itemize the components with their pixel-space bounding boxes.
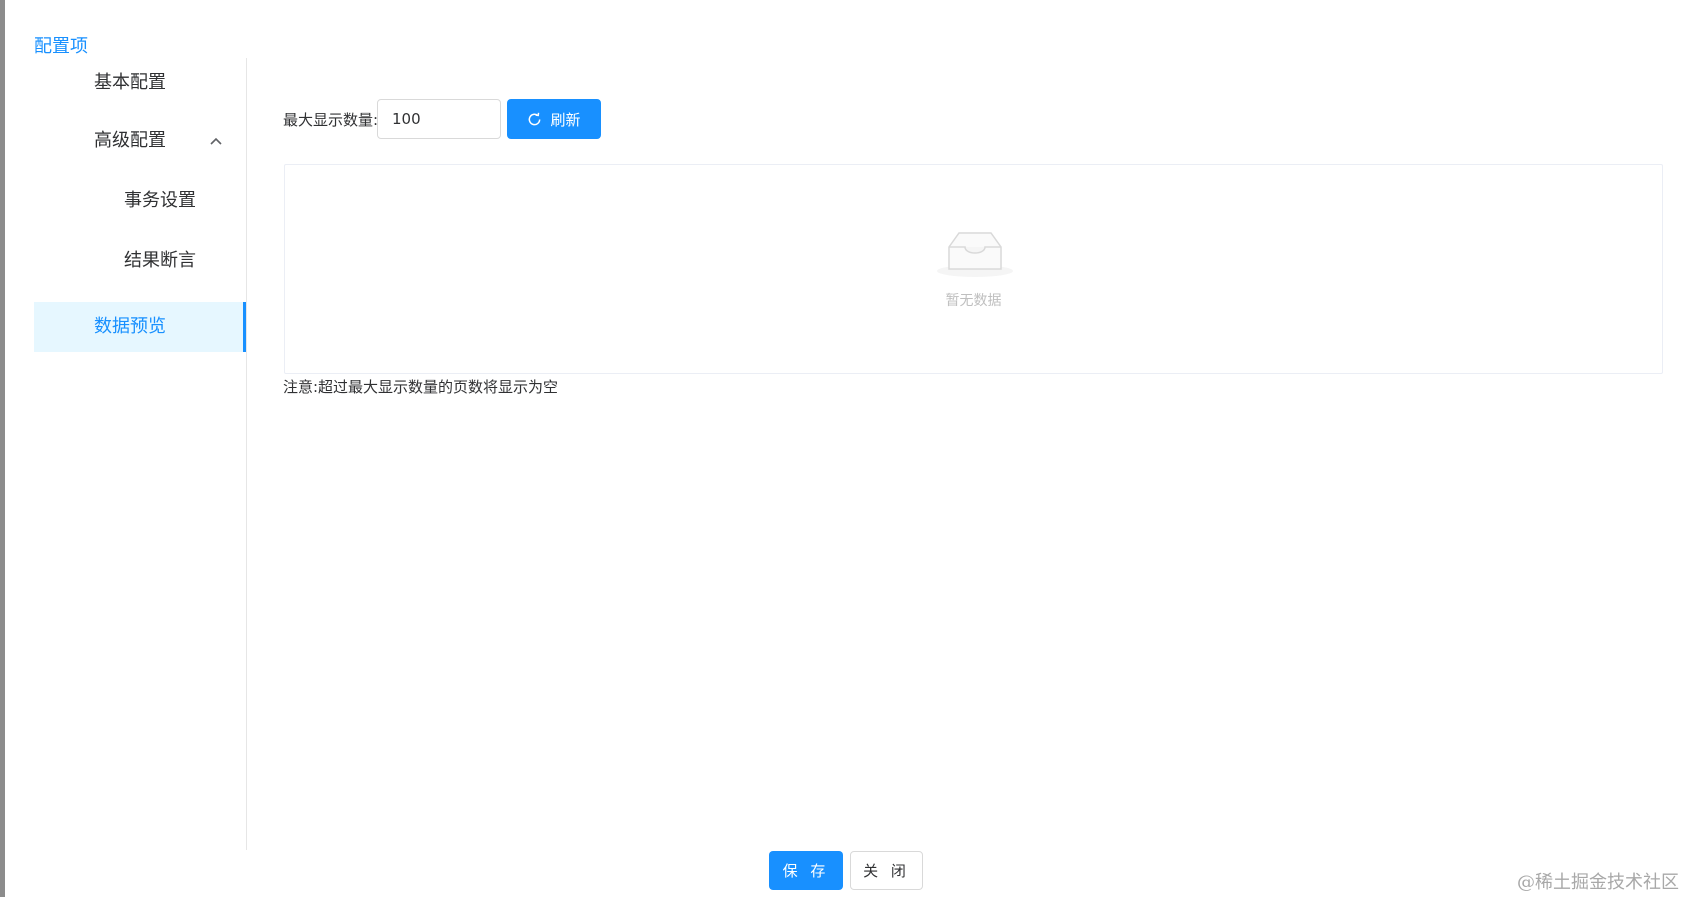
note-text: 注意:超过最大显示数量的页数将显示为空 — [283, 378, 559, 396]
refresh-icon — [527, 112, 542, 127]
sidebar-menu: 基本配置 高级配置 事务设置 结果断言 数据预览 — [34, 58, 247, 850]
sidebar-item-advanced-config[interactable]: 高级配置 — [34, 116, 246, 166]
refresh-button[interactable]: 刷新 — [507, 99, 601, 139]
sidebar-item-label: 事务设置 — [124, 190, 196, 211]
section-title: 配置项 — [34, 36, 88, 57]
sidebar-item-label: 基本配置 — [94, 72, 166, 93]
data-table: 暂无数据 — [284, 164, 1663, 374]
max-display-input[interactable] — [377, 99, 501, 139]
sidebar-item-label: 结果断言 — [124, 250, 196, 271]
refresh-button-label: 刷新 — [550, 110, 581, 129]
save-button[interactable]: 保 存 — [769, 851, 843, 890]
close-button[interactable]: 关 闭 — [850, 851, 923, 890]
sidebar-item-transaction-settings[interactable]: 事务设置 — [34, 176, 246, 226]
sidebar-item-data-preview[interactable]: 数据预览 — [34, 302, 246, 352]
max-display-label: 最大显示数量: — [283, 111, 379, 129]
empty-inbox-icon — [935, 225, 1015, 285]
sidebar-item-label: 数据预览 — [94, 316, 166, 337]
window-edge — [0, 0, 5, 897]
empty-state-text: 暂无数据 — [945, 293, 1002, 309]
watermark: @稀土掘金技术社区 — [1517, 872, 1679, 893]
config-dialog: 配置项 基本配置 高级配置 事务设置 结果断言 数据预览 最大显示数量: 100… — [0, 0, 1685, 897]
sidebar-item-result-assertion[interactable]: 结果断言 — [34, 236, 246, 286]
sidebar-item-basic-config[interactable]: 基本配置 — [34, 58, 246, 108]
chevron-up-icon — [210, 116, 222, 166]
sidebar-item-label: 高级配置 — [94, 130, 166, 151]
